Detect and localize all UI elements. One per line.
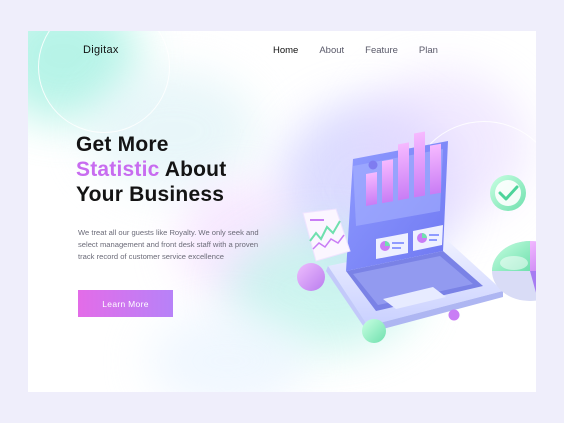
hero-headline: Get More Statistic About Your Business [76, 132, 226, 207]
checkmark-icon [490, 175, 526, 211]
decor-bubble [520, 312, 536, 360]
brand-logo[interactable]: Digitax [83, 44, 119, 56]
headline-line-2: Statistic About [76, 157, 226, 182]
decor-sphere [368, 160, 378, 170]
nav-home[interactable]: Home [273, 45, 298, 56]
headline-line-1: Get More [76, 133, 169, 156]
decor-sphere [448, 309, 460, 321]
headline-line-2-rest: About [159, 158, 227, 181]
learn-more-button[interactable]: Learn More [78, 290, 173, 317]
nav-about[interactable]: About [319, 45, 344, 56]
line-chart-card-icon [302, 208, 351, 262]
hero-description: We treat all our guests like Royalty. We… [78, 227, 259, 261]
landing-page-card: Digitax Home About Feature Plan Get More… [28, 31, 536, 392]
decor-sphere [297, 263, 325, 291]
headline-highlight: Statistic [76, 158, 160, 181]
headline-line-3: Your Business [76, 183, 225, 206]
nav-feature[interactable]: Feature [365, 45, 398, 56]
decor-sphere [362, 319, 386, 343]
main-nav: Home About Feature Plan [273, 45, 459, 56]
analytics-illustration [297, 131, 536, 360]
nav-plan[interactable]: Plan [419, 45, 438, 56]
